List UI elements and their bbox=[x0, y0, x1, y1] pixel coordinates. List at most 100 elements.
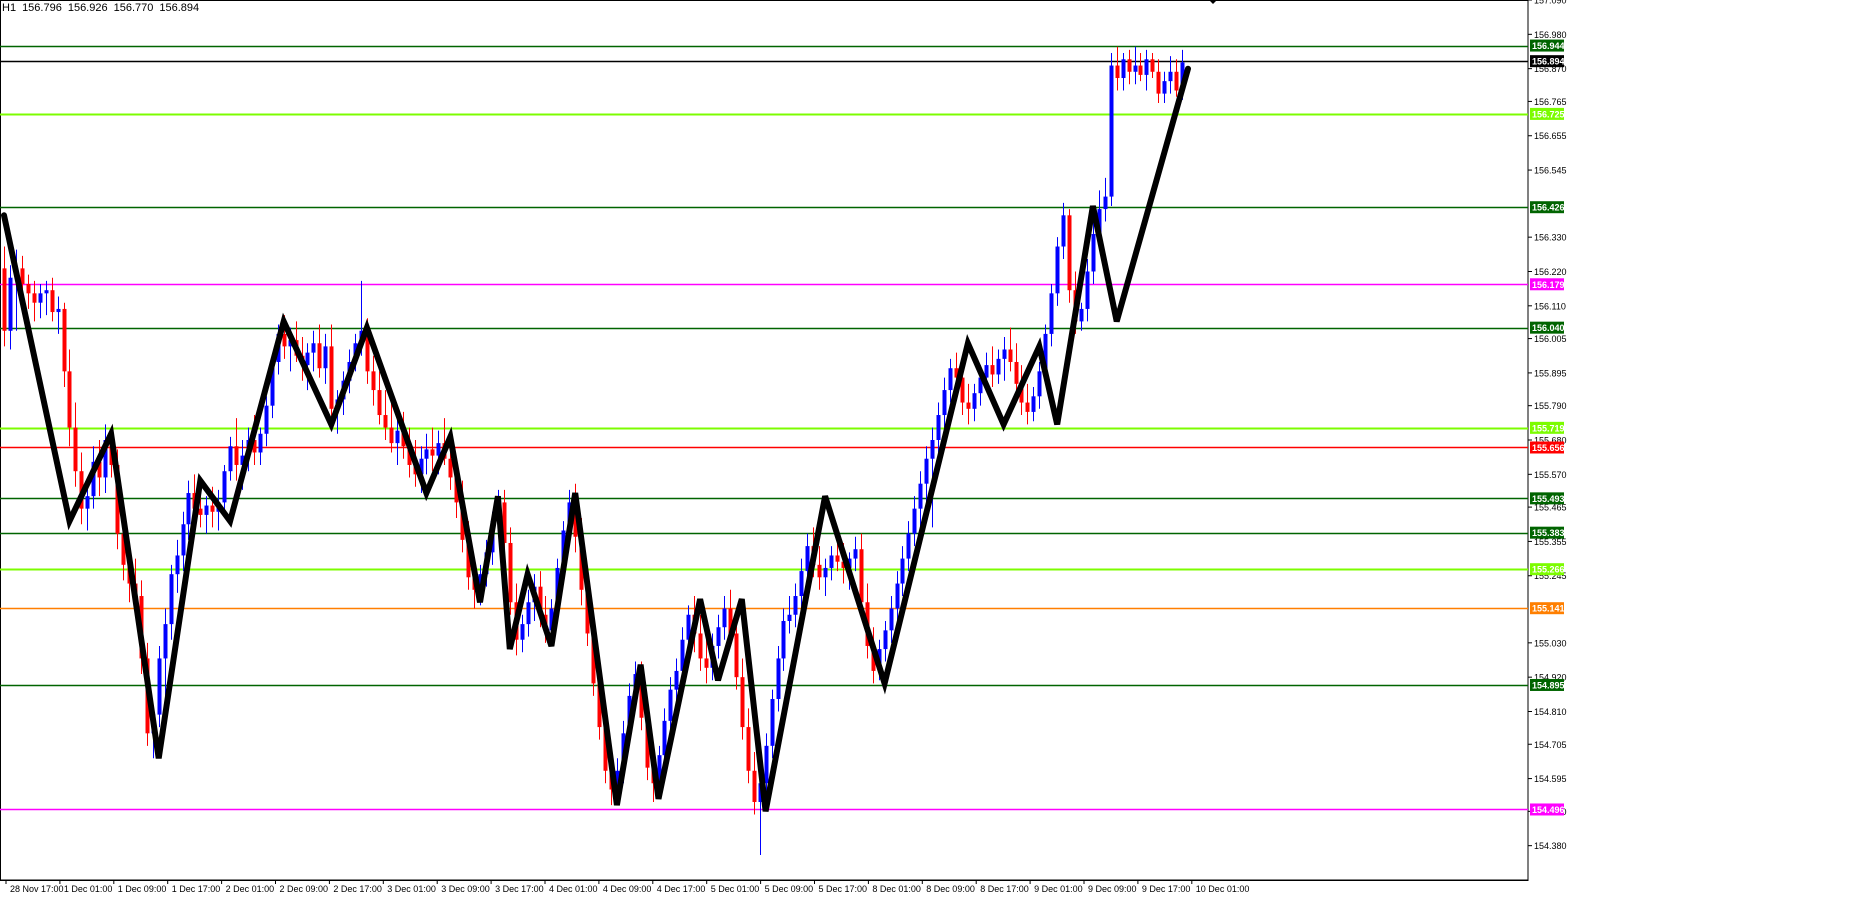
candle-body bbox=[1031, 396, 1036, 412]
x-tick-label: 1 Dec 01:00 bbox=[64, 884, 113, 894]
candle-body bbox=[508, 542, 513, 603]
candle-body bbox=[371, 371, 376, 391]
candle-body bbox=[704, 658, 709, 668]
level-price-label: 154.895 bbox=[1532, 680, 1565, 690]
candle-body bbox=[722, 608, 727, 628]
x-tick-label: 3 Dec 09:00 bbox=[441, 884, 490, 894]
chart-canvas[interactable]: 157.090156.980156.870156.765156.655156.5… bbox=[0, 0, 1861, 895]
candle-body bbox=[424, 449, 429, 459]
y-tick-label: 156.110 bbox=[1534, 301, 1566, 311]
x-tick-label: 9 Dec 01:00 bbox=[1034, 884, 1083, 894]
x-tick-label: 4 Dec 17:00 bbox=[657, 884, 706, 894]
candle-body bbox=[752, 770, 757, 802]
candle-body bbox=[73, 427, 78, 472]
candle-body bbox=[817, 564, 822, 578]
candle-body bbox=[918, 483, 923, 509]
x-tick-label: 9 Dec 17:00 bbox=[1142, 884, 1191, 894]
y-tick-label: 154.595 bbox=[1534, 774, 1567, 784]
x-tick-label: 5 Dec 17:00 bbox=[819, 884, 868, 894]
plot-frame bbox=[0, 0, 1529, 881]
candle-body bbox=[1055, 246, 1060, 294]
candle-body bbox=[906, 533, 911, 559]
candle-body bbox=[1091, 234, 1096, 272]
x-tick-label: 5 Dec 01:00 bbox=[711, 884, 760, 894]
candle-body bbox=[859, 549, 864, 603]
x-tick-label: 2 Dec 09:00 bbox=[280, 884, 329, 894]
candle-body bbox=[996, 358, 1001, 375]
candle-body bbox=[1079, 308, 1084, 322]
y-tick-label: 154.810 bbox=[1534, 707, 1567, 717]
candle-body bbox=[2, 268, 7, 331]
level-price-label: 155.719 bbox=[1532, 423, 1565, 433]
candle-body bbox=[990, 365, 995, 375]
x-tick-label: 8 Dec 01:00 bbox=[872, 884, 921, 894]
x-tick-label: 1 Dec 09:00 bbox=[118, 884, 167, 894]
candle-body bbox=[823, 567, 828, 578]
symbol-timeframe: H1 bbox=[2, 2, 17, 14]
level-price-label: 155.656 bbox=[1532, 443, 1565, 453]
candle-body bbox=[1174, 71, 1179, 91]
x-tick-label: 4 Dec 01:00 bbox=[549, 884, 598, 894]
candle-body bbox=[282, 333, 287, 347]
candle-body bbox=[1133, 65, 1138, 72]
candle-body bbox=[430, 449, 435, 456]
candle-body bbox=[1067, 215, 1072, 291]
candle-body bbox=[44, 290, 49, 294]
level-price-label: 155.493 bbox=[1532, 494, 1565, 504]
level-price-label: 156.179 bbox=[1532, 280, 1565, 290]
y-tick-label: 155.895 bbox=[1534, 368, 1567, 378]
candle-body bbox=[157, 658, 162, 715]
x-tick-label: 8 Dec 17:00 bbox=[980, 884, 1029, 894]
candle-body bbox=[526, 602, 531, 625]
y-tick-label: 156.765 bbox=[1534, 97, 1567, 107]
candle-body bbox=[835, 555, 840, 562]
candle-body bbox=[746, 727, 751, 771]
x-tick-label: 4 Dec 09:00 bbox=[603, 884, 652, 894]
x-tick-label: 1 Dec 17:00 bbox=[172, 884, 221, 894]
ohlc-open: 156.796 bbox=[22, 2, 62, 14]
level-price-label: 156.725 bbox=[1532, 109, 1565, 119]
y-tick-label: 156.330 bbox=[1534, 233, 1567, 243]
price-chart[interactable]: H1 156.796 156.926 156.770 156.894 157.090 15… bbox=[0, 0, 1861, 895]
candle-body bbox=[169, 574, 174, 625]
candle-body bbox=[1144, 59, 1149, 75]
y-tick-label: 157.090 bbox=[1534, 0, 1567, 6]
candle-body bbox=[210, 505, 215, 512]
candle-body bbox=[67, 371, 72, 428]
x-tick-label: 2 Dec 01:00 bbox=[226, 884, 275, 894]
candle-body bbox=[311, 343, 316, 353]
candle-body bbox=[204, 505, 209, 515]
candle-body bbox=[32, 293, 37, 303]
candle-body bbox=[85, 496, 90, 509]
candle-body bbox=[889, 608, 894, 631]
candle-body bbox=[395, 430, 400, 444]
candle-body bbox=[781, 620, 786, 659]
candle-body bbox=[228, 446, 233, 472]
ohlc-readout: H1 156.796 156.926 156.770 156.894 bbox=[2, 2, 205, 14]
y-tick-label: 156.005 bbox=[1534, 334, 1567, 344]
candle-body bbox=[258, 433, 263, 453]
ohlc-low: 156.770 bbox=[113, 2, 154, 14]
candle-body bbox=[883, 630, 888, 650]
x-tick-label: 9 Dec 09:00 bbox=[1088, 884, 1137, 894]
candle-body bbox=[793, 596, 798, 615]
y-tick-label: 155.570 bbox=[1534, 470, 1567, 480]
candle-body bbox=[62, 308, 67, 372]
candle-body bbox=[1049, 293, 1054, 334]
candle-body bbox=[1037, 371, 1042, 397]
x-tick-label: 2 Dec 17:00 bbox=[333, 884, 382, 894]
candle-body bbox=[776, 658, 781, 700]
candle-body bbox=[175, 555, 180, 575]
candle-body bbox=[1109, 65, 1114, 197]
candle-body bbox=[942, 390, 947, 416]
x-tick-label: 10 Dec 01:00 bbox=[1196, 884, 1250, 894]
x-tick-label: 5 Dec 09:00 bbox=[765, 884, 814, 894]
candle-body bbox=[829, 555, 834, 568]
candle-body bbox=[56, 308, 61, 313]
level-price-label: 155.141 bbox=[1532, 604, 1565, 614]
candle-body bbox=[1127, 59, 1132, 72]
x-tick-label: 3 Dec 01:00 bbox=[387, 884, 436, 894]
y-tick-label: 154.705 bbox=[1534, 740, 1567, 750]
candle-body bbox=[1061, 215, 1066, 247]
candle-body bbox=[799, 571, 804, 597]
